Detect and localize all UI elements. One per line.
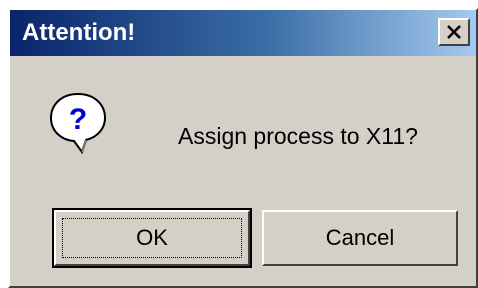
close-button[interactable] [438,18,470,46]
svg-text:?: ? [69,103,87,136]
cancel-button-label: Cancel [325,225,395,250]
ok-button[interactable]: OK [52,208,252,268]
window-title: Attention! [22,19,136,46]
title-bar[interactable]: Attention! [10,10,476,56]
close-icon [447,25,461,39]
cancel-button[interactable]: Cancel [262,210,458,266]
ok-button-label: OK [136,225,168,250]
dialog-window: Attention! ? Assign process to X11? OK C… [8,8,478,288]
question-icon: ? [46,90,110,155]
dialog-message: Assign process to X11? [178,123,418,149]
